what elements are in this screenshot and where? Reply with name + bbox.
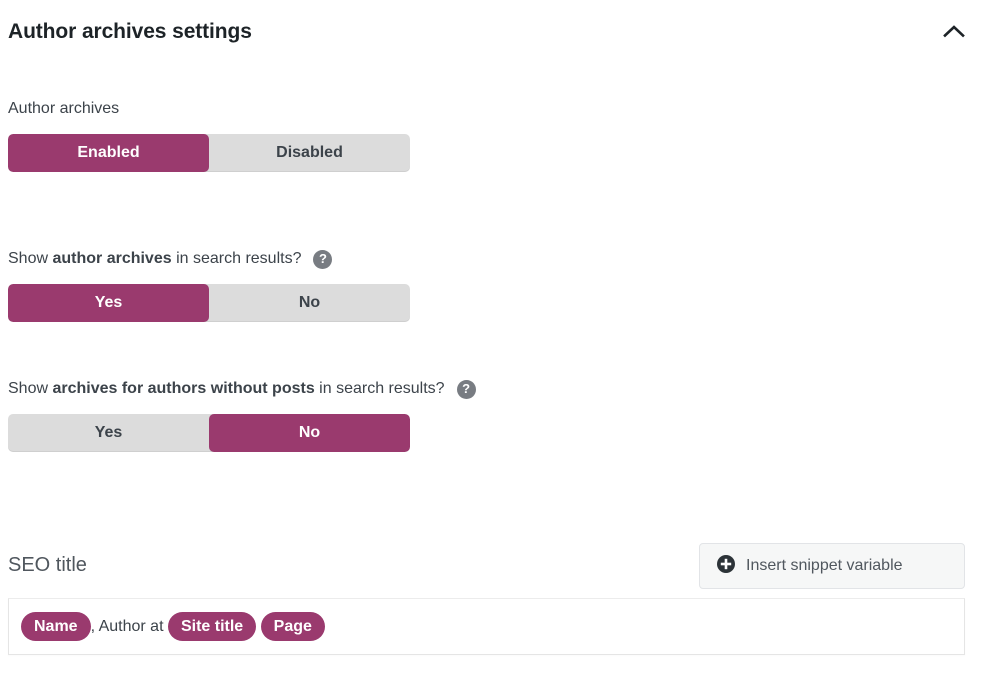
question-mark-icon[interactable]: ? (456, 379, 476, 399)
seo-title-spacer (256, 618, 260, 636)
field-show-authors-without-posts: Show archives for authors without posts … (8, 378, 476, 452)
page-title: Author archives settings (8, 20, 252, 43)
panel-header[interactable]: Author archives settings (8, 14, 971, 50)
toggle-show-authors-without-posts[interactable]: Yes No (8, 414, 410, 452)
insert-snippet-variable-button[interactable]: Insert snippet variable (699, 543, 965, 589)
field-label-suffix: in search results? (171, 250, 302, 267)
author-archives-settings-panel: Author archives settings Author archives… (0, 0, 987, 681)
toggle-option-enabled[interactable]: Enabled (8, 134, 209, 172)
toggle-option-yes[interactable]: Yes (8, 414, 209, 452)
toggle-option-yes[interactable]: Yes (8, 284, 209, 322)
toggle-option-no[interactable]: No (209, 284, 410, 322)
toggle-option-disabled[interactable]: Disabled (209, 134, 410, 172)
field-label-prefix: Show (8, 380, 53, 397)
toggle-author-archives[interactable]: Enabled Disabled (8, 134, 410, 172)
plus-circle-icon (716, 554, 736, 579)
insert-snippet-variable-label: Insert snippet variable (746, 557, 903, 574)
field-label: Show archives for authors without posts … (8, 378, 476, 400)
field-label: Show author archives in search results? … (8, 248, 410, 270)
snippet-variable-site-title[interactable]: Site title (167, 612, 257, 641)
chevron-up-icon (943, 24, 965, 41)
field-show-author-archives: Show author archives in search results? … (8, 248, 410, 322)
field-label-suffix: in search results? (314, 380, 445, 397)
seo-title-label: SEO title (8, 554, 87, 576)
collapse-panel-button[interactable] (937, 15, 971, 49)
field-label-emphasis: author archives (52, 250, 172, 267)
field-label-emphasis: archives for authors without posts (52, 380, 315, 397)
field-author-archives: Author archives Enabled Disabled (8, 98, 410, 172)
field-label-prefix: Show (8, 250, 53, 267)
snippet-variable-page[interactable]: Page (260, 612, 325, 641)
toggle-show-author-archives[interactable]: Yes No (8, 284, 410, 322)
field-label-text: Author archives (8, 100, 120, 117)
toggle-option-no[interactable]: No (209, 414, 410, 452)
snippet-variable-name[interactable]: Name (21, 612, 91, 641)
field-label: Author archives (8, 98, 410, 120)
seo-title-input[interactable]: Name , Author at Site title Page (8, 598, 965, 655)
seo-title-static-text: , Author at (90, 617, 168, 635)
question-mark-icon[interactable]: ? (313, 249, 333, 269)
